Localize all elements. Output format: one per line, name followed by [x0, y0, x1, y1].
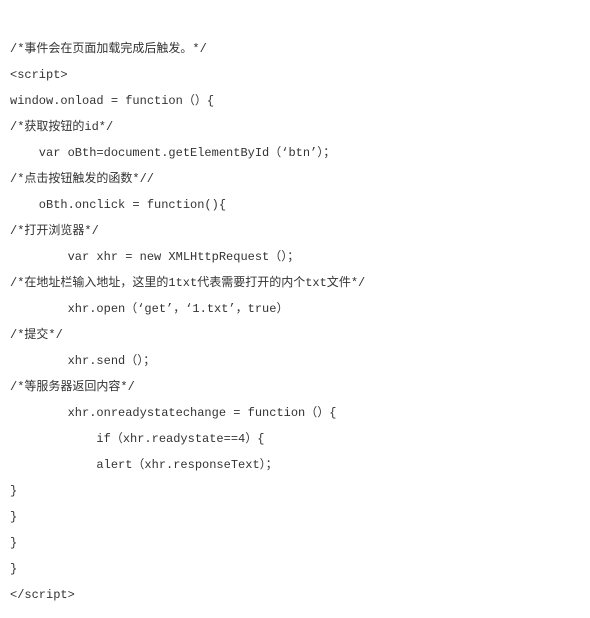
code-listing: /*事件会在页面加载完成后触发。*/ <script> window.onloa…: [0, 0, 570, 618]
code-line: xhr.send（）；: [10, 354, 155, 368]
code-line: var xhr = new XMLHttpRequest（）；: [10, 250, 299, 264]
code-line: /*提交*/: [10, 328, 63, 342]
code-line: </script>: [10, 588, 75, 602]
code-line: /*点击按钮触发的函数*//: [10, 172, 154, 186]
code-line: xhr.onreadystatechange = function（）{: [10, 406, 336, 420]
code-line: xhr.open（‘get’，‘1.txt’，true）: [10, 302, 288, 316]
code-line: alert（xhr.responseText）；: [10, 458, 278, 472]
code-line: /*获取按钮的id*/: [10, 120, 113, 134]
code-line: window.onload = function（）{: [10, 94, 214, 108]
code-line: }: [10, 484, 17, 498]
code-line: oBth.onclick = function(){: [10, 198, 226, 212]
code-line: var oBth=document.getElementById（‘btn’）；: [10, 146, 335, 160]
code-line: <script>: [10, 68, 68, 82]
code-line: /*事件会在页面加载完成后触发。*/: [10, 42, 207, 56]
code-line: }: [10, 536, 17, 550]
code-line: if（xhr.readystate==4）{: [10, 432, 264, 446]
code-line: /*等服务器返回内容*/: [10, 380, 135, 394]
code-line: }: [10, 562, 17, 576]
code-line: }: [10, 510, 17, 524]
code-line: /*在地址栏输入地址，这里的1txt代表需要打开的内个txt文件*/: [10, 276, 365, 290]
code-line: /*打开浏览器*/: [10, 224, 99, 238]
